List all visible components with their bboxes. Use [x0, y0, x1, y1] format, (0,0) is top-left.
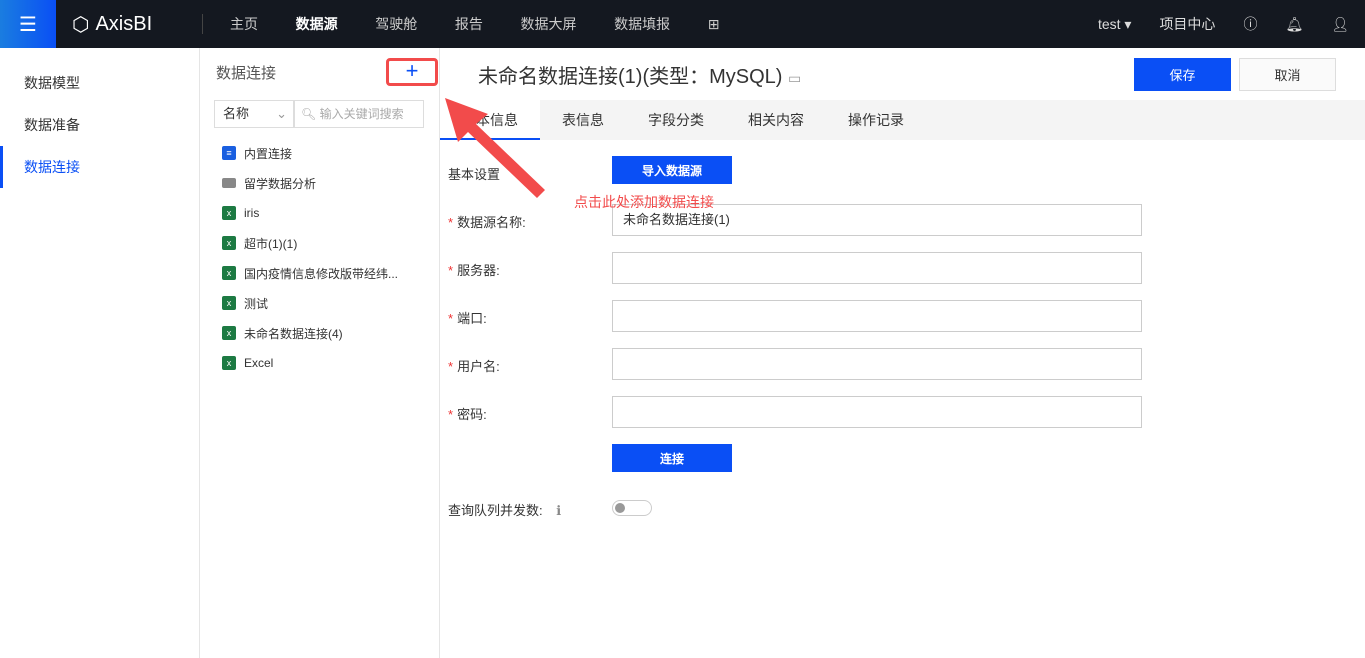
annotation-arrow: [445, 98, 545, 198]
annotation-text: 点击此处添加数据连接: [574, 194, 714, 210]
